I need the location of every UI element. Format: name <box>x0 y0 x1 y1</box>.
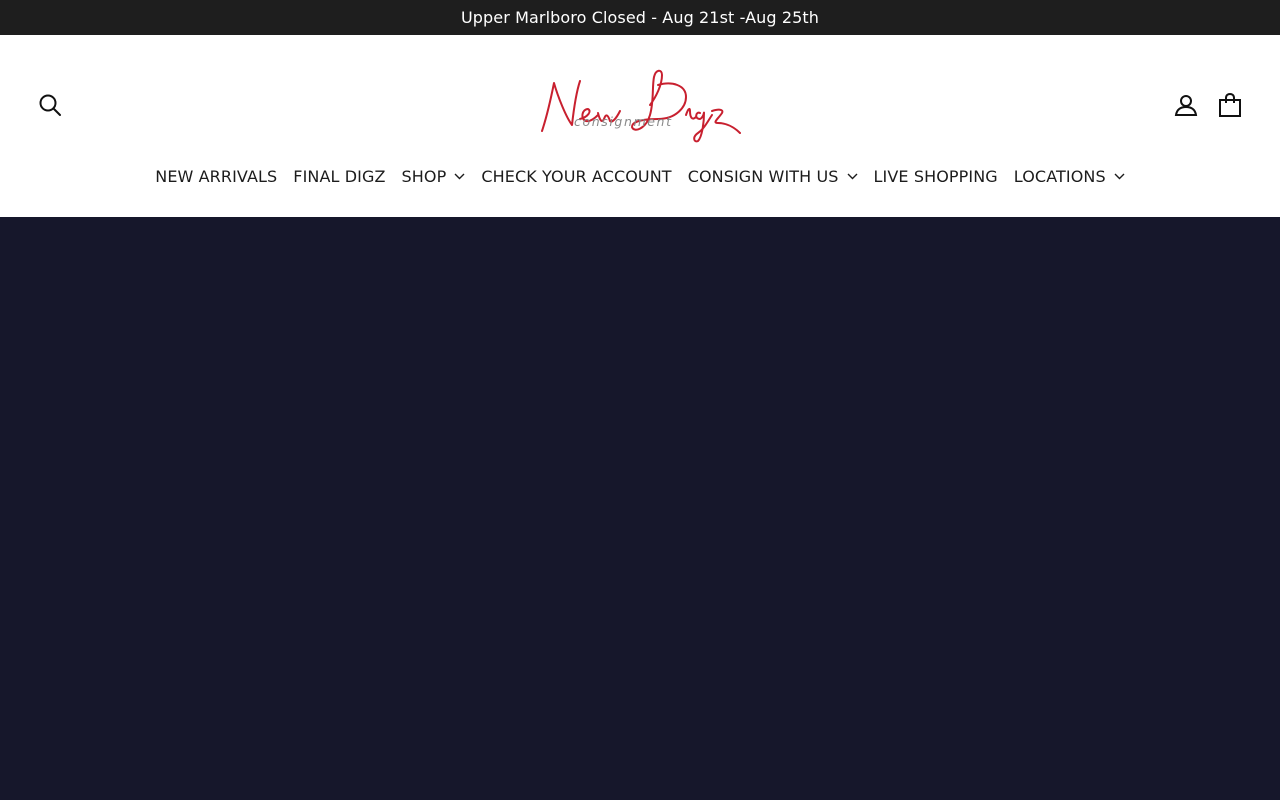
nav-item-label: NEW ARRIVALS <box>155 166 278 186</box>
nav-item-new-arrivals[interactable]: NEW ARRIVALS <box>147 163 285 189</box>
announcement-bar: Upper Marlboro Closed - Aug 21st -Aug 25… <box>0 0 1280 35</box>
nav-item-label: CONSIGN WITH US <box>687 166 839 186</box>
nav-item-locations[interactable]: LOCATIONS <box>1006 163 1133 189</box>
nav-item-live-shopping[interactable]: LIVE SHOPPING <box>866 163 1006 189</box>
chevron-down-icon <box>847 173 858 180</box>
search-icon <box>39 94 61 116</box>
nav-item-shop[interactable]: SHOP <box>394 163 474 189</box>
site-logo[interactable]: consignment <box>536 63 746 147</box>
user-icon <box>1174 95 1198 116</box>
cart-button[interactable] <box>1214 89 1246 121</box>
site-header: consignment NEW ARRIVALS FINAL DIGZ SHOP… <box>0 35 1280 217</box>
main-navigation: NEW ARRIVALS FINAL DIGZ SHOP CHECK YOUR … <box>0 163 1280 189</box>
chevron-down-icon <box>454 173 465 180</box>
nav-item-label: SHOP <box>401 166 447 186</box>
hero-banner <box>0 217 1280 800</box>
nav-item-label: LOCATIONS <box>1013 166 1106 186</box>
chevron-down-icon <box>1114 173 1125 180</box>
bag-icon <box>1219 92 1241 117</box>
nav-item-label: CHECK YOUR ACCOUNT <box>481 166 672 186</box>
nav-item-consign-with-us[interactable]: CONSIGN WITH US <box>680 163 866 189</box>
logo-subtext: consignment <box>574 114 673 129</box>
account-button[interactable] <box>1170 89 1202 121</box>
search-button[interactable] <box>34 89 66 121</box>
nav-item-final-digz[interactable]: FINAL DIGZ <box>285 163 393 189</box>
nav-item-label: LIVE SHOPPING <box>873 166 998 186</box>
nav-item-label: FINAL DIGZ <box>293 166 386 186</box>
announcement-text: Upper Marlboro Closed - Aug 21st -Aug 25… <box>460 8 819 27</box>
nav-item-check-your-account[interactable]: CHECK YOUR ACCOUNT <box>473 163 679 189</box>
logo-script-image <box>541 69 741 143</box>
